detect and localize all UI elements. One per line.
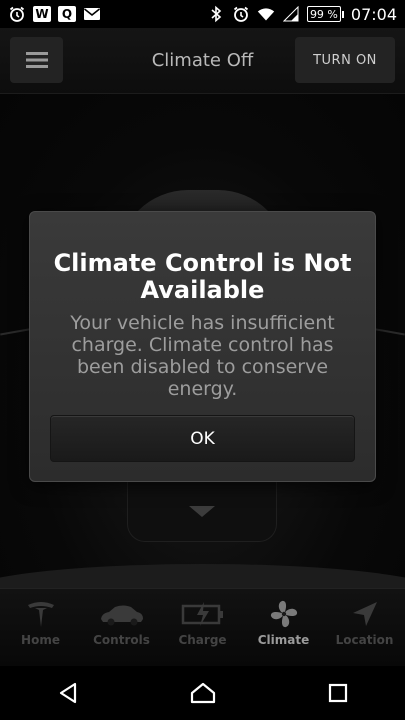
- app-header: Climate Off TURN ON: [0, 28, 405, 94]
- mail-icon: [83, 5, 101, 23]
- bluetooth-icon: [207, 5, 225, 23]
- home-button[interactable]: [173, 673, 233, 713]
- arrow-down-icon[interactable]: [189, 506, 215, 517]
- battery-tip: [341, 10, 344, 18]
- signal-icon: [282, 5, 300, 23]
- turn-on-button[interactable]: TURN ON: [295, 37, 395, 83]
- nav-item-charge[interactable]: Charge: [162, 589, 243, 666]
- nav-label-charge: Charge: [178, 633, 227, 647]
- home-icon: [190, 682, 215, 704]
- battery-charge-icon: [181, 597, 225, 631]
- recents-icon: [328, 683, 347, 703]
- battery-indicator: 99 %: [306, 6, 344, 22]
- car-icon: [99, 597, 145, 631]
- nav-label-home: Home: [21, 633, 60, 647]
- dialog-message: Your vehicle has insufficient charge. Cl…: [70, 312, 335, 400]
- nav-item-climate[interactable]: Climate: [243, 589, 324, 666]
- alarm-icon: [8, 5, 26, 23]
- fan-icon: [269, 597, 299, 631]
- dialog-title: Climate Control is Not Available: [53, 249, 352, 304]
- tesla-logo-icon: [26, 597, 56, 631]
- nav-label-controls: Controls: [93, 633, 150, 647]
- status-bar: W Q 99 % 07:04: [0, 0, 405, 28]
- w-app-icon: W: [33, 6, 51, 22]
- notification-icons: W Q: [8, 5, 101, 23]
- system-icons: 99 % 07:04: [207, 5, 397, 24]
- nav-item-controls[interactable]: Controls: [81, 589, 162, 666]
- alarm-icon: [232, 5, 250, 23]
- nav-label-climate: Climate: [257, 633, 310, 647]
- alert-dialog: Climate Control is Not Available Your ve…: [29, 211, 376, 482]
- nav-item-location[interactable]: Location: [324, 589, 405, 666]
- system-navigation-bar: [0, 666, 405, 720]
- car-base-shape: [0, 564, 405, 588]
- bottom-navigation: Home Controls Charge Climate Location: [0, 588, 405, 666]
- recents-button[interactable]: [308, 673, 368, 713]
- location-arrow-icon: [351, 597, 379, 631]
- q-app-icon: Q: [58, 6, 76, 22]
- nav-item-home[interactable]: Home: [0, 589, 81, 666]
- nav-label-location: Location: [335, 633, 394, 647]
- back-icon: [59, 682, 76, 704]
- clock: 07:04: [350, 4, 397, 24]
- battery-level: 99 %: [306, 6, 341, 22]
- wifi-icon: [257, 5, 275, 23]
- ok-button[interactable]: OK: [50, 415, 355, 462]
- back-button[interactable]: [38, 673, 98, 713]
